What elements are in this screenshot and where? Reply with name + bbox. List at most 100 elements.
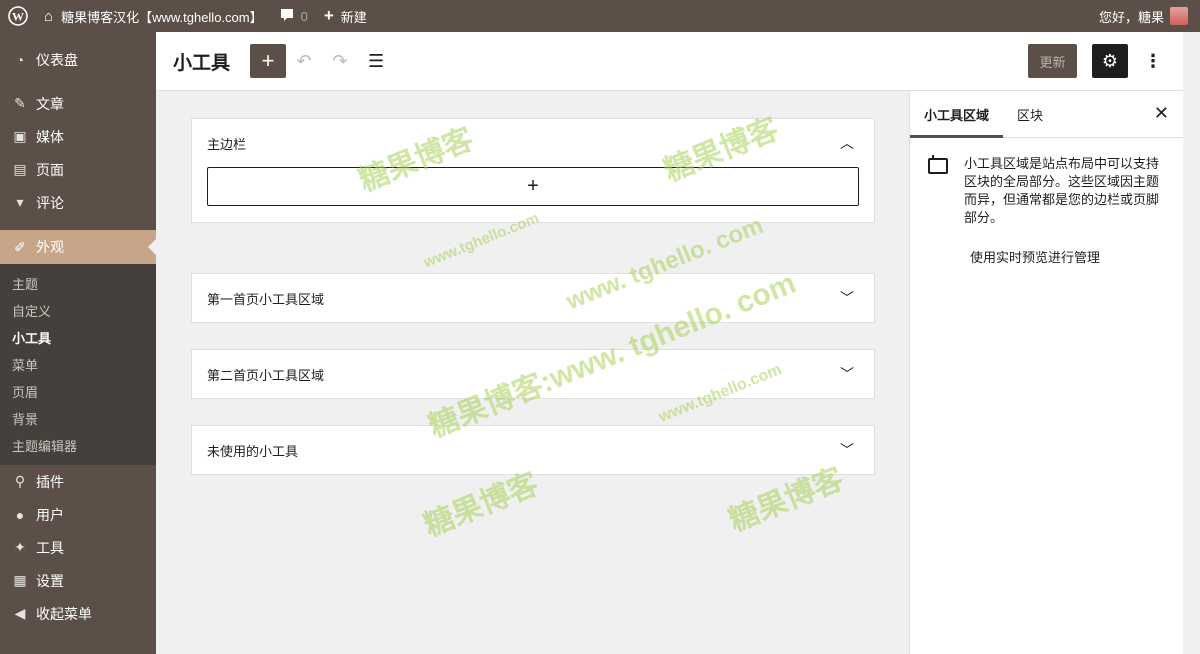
brush-icon: ✐ xyxy=(14,238,26,255)
menu-item-dashboard[interactable]: ◔ 仪表盘 xyxy=(0,43,156,76)
widget-area-title: 主边栏 xyxy=(207,136,247,152)
dashboard-icon: ◔ xyxy=(15,51,25,68)
settings-sidebar: 小工具区域 区块 ✕ 小工具区域是站点布局中可以支持区块的全局部分。这些区域因主… xyxy=(909,91,1183,654)
gear-icon: ⚙ xyxy=(1101,50,1119,71)
scrollbar[interactable] xyxy=(1183,32,1200,654)
live-preview-link[interactable]: 使用实时预览进行管理 xyxy=(970,247,1183,266)
menu-item-plugins[interactable]: ⚲ 插件 xyxy=(0,465,156,498)
widget-area-title: 第一首页小工具区域 xyxy=(207,291,325,307)
plus-icon: + xyxy=(527,175,539,197)
chevron-down-icon: ﹀ xyxy=(840,442,854,458)
page-title: 小工具 xyxy=(173,52,231,74)
menu-label: 用户 xyxy=(36,506,64,523)
add-block-button[interactable]: + xyxy=(250,44,287,78)
options-button[interactable]: ⋮ xyxy=(1143,44,1163,78)
chevron-up-icon: ︿ xyxy=(840,135,854,151)
plugin-icon: ⚲ xyxy=(14,473,26,489)
plus-icon: + xyxy=(261,48,275,73)
settings-button[interactable]: ⚙ xyxy=(1092,44,1128,78)
submenu-item-themes[interactable]: 主题 xyxy=(0,270,156,297)
widget-area-title: 第二首页小工具区域 xyxy=(207,367,325,383)
appearance-submenu: 主题 自定义 小工具 菜单 页眉 背景 主题编辑器 xyxy=(0,264,156,465)
widget-area-inactive: 未使用的小工具 ﹀ xyxy=(191,425,875,475)
widget-area-icon xyxy=(928,155,948,174)
media-icon: ▣ xyxy=(13,128,27,144)
widget-area-main-sidebar: 主边栏 ︿ + xyxy=(191,118,875,223)
editor-header: 小工具 + ↶ ↷ ☰ 更新 ⚙ ⋮ xyxy=(156,32,1183,91)
widget-area-toggle[interactable]: 主边栏 ︿ xyxy=(192,119,874,167)
menu-label: 页面 xyxy=(36,161,64,178)
submenu-item-widgets[interactable]: 小工具 xyxy=(0,324,156,351)
comments-link[interactable]: 0 xyxy=(271,0,316,32)
chevron-down-icon: ﹀ xyxy=(840,366,854,382)
redo-icon: ↷ xyxy=(332,50,348,71)
menu-label: 文章 xyxy=(36,95,64,112)
update-button[interactable]: 更新 xyxy=(1028,44,1077,78)
list-view-icon: ☰ xyxy=(367,50,385,71)
collapse-icon: ◀ xyxy=(14,605,26,621)
menu-item-users[interactable]: ● 用户 xyxy=(0,498,156,531)
admin-bar: W ⌂ 糖果博客汉化【www.tghello.com】 0 + 新建 您好，糖果 xyxy=(0,0,1200,32)
submenu-item-header[interactable]: 页眉 xyxy=(0,378,156,405)
settings-icon: ▦ xyxy=(13,572,27,588)
wrench-icon: ✦ xyxy=(14,539,26,555)
widget-area-home-1: 第一首页小工具区域 ﹀ xyxy=(191,273,875,323)
menu-item-settings[interactable]: ▦ 设置 xyxy=(0,564,156,597)
svg-text:W: W xyxy=(12,10,24,24)
menu-item-tools[interactable]: ✦ 工具 xyxy=(0,531,156,564)
plus-icon: + xyxy=(323,6,334,25)
menu-label: 工具 xyxy=(36,539,64,556)
pin-icon: ✎ xyxy=(14,95,26,111)
add-block-appender[interactable]: + xyxy=(207,167,859,206)
close-icon[interactable]: ✕ xyxy=(1154,103,1169,124)
menu-label: 媒体 xyxy=(36,128,64,145)
widget-area-toggle[interactable]: 第一首页小工具区域 ﹀ xyxy=(192,274,874,322)
submenu-item-menus[interactable]: 菜单 xyxy=(0,351,156,378)
avatar xyxy=(1170,7,1188,25)
page-icon: ▤ xyxy=(13,161,27,177)
submenu-item-background[interactable]: 背景 xyxy=(0,405,156,432)
site-name: 糖果博客汉化【www.tghello.com】 xyxy=(61,9,263,25)
menu-label: 外观 xyxy=(36,239,64,255)
menu-label: 收起菜单 xyxy=(36,605,92,622)
comment-icon: ▾ xyxy=(16,194,24,210)
sidebar-tabs: 小工具区域 区块 ✕ xyxy=(910,91,1183,138)
menu-item-posts[interactable]: ✎ 文章 xyxy=(0,87,156,120)
my-account[interactable]: 您好，糖果 xyxy=(1099,7,1200,26)
menu-label: 设置 xyxy=(36,572,64,589)
widget-area-description: 小工具区域是站点布局中可以支持区块的全局部分。这些区域因主题而异，但通常都是您的… xyxy=(964,156,1160,225)
chevron-down-icon: ﹀ xyxy=(840,290,854,306)
user-icon: ● xyxy=(15,506,25,523)
wordpress-logo-icon[interactable]: W xyxy=(0,0,36,32)
widget-area-toggle[interactable]: 未使用的小工具 ﹀ xyxy=(192,426,874,474)
tab-widget-areas[interactable]: 小工具区域 xyxy=(910,91,1003,138)
greeting: 您好，糖果 xyxy=(1098,9,1164,25)
editor-canvas: 主边栏 ︿ + 第一首页小工具区域 ﹀ 第二首页小工具区域 ﹀ 未使用的小工具 … xyxy=(156,91,909,654)
more-vertical-icon: ⋮ xyxy=(1144,50,1162,71)
widget-area-toggle[interactable]: 第二首页小工具区域 ﹀ xyxy=(192,350,874,398)
widget-area-info: 小工具区域是站点布局中可以支持区块的全局部分。这些区域因主题而异，但通常都是您的… xyxy=(910,138,1183,227)
widget-area-title: 未使用的小工具 xyxy=(207,443,299,459)
site-name-link[interactable]: ⌂ 糖果博客汉化【www.tghello.com】 xyxy=(36,0,271,32)
menu-label: 插件 xyxy=(36,473,64,490)
menu-item-pages[interactable]: ▤ 页面 xyxy=(0,153,156,186)
widget-area-home-2: 第二首页小工具区域 ﹀ xyxy=(191,349,875,399)
menu-label: 评论 xyxy=(36,194,64,211)
comment-icon xyxy=(279,7,295,26)
new-label: 新建 xyxy=(340,9,367,25)
list-view-button[interactable]: ☰ xyxy=(358,44,394,78)
undo-button[interactable]: ↶ xyxy=(286,44,322,78)
menu-item-media[interactable]: ▣ 媒体 xyxy=(0,120,156,153)
home-icon: ⌂ xyxy=(44,7,54,25)
new-content-link[interactable]: + 新建 xyxy=(316,0,375,32)
undo-icon: ↶ xyxy=(296,50,312,71)
submenu-item-customize[interactable]: 自定义 xyxy=(0,297,156,324)
collapse-menu-button[interactable]: ◀ 收起菜单 xyxy=(0,597,156,630)
menu-item-comments[interactable]: ▾ 评论 xyxy=(0,186,156,219)
redo-button[interactable]: ↷ xyxy=(322,44,358,78)
comments-count: 0 xyxy=(300,8,308,24)
header-actions: 更新 ⚙ ⋮ xyxy=(1028,44,1163,78)
tab-block[interactable]: 区块 xyxy=(1003,91,1057,138)
menu-item-appearance[interactable]: ✐ 外观 xyxy=(0,230,156,264)
submenu-item-theme-editor[interactable]: 主题编辑器 xyxy=(0,432,156,459)
